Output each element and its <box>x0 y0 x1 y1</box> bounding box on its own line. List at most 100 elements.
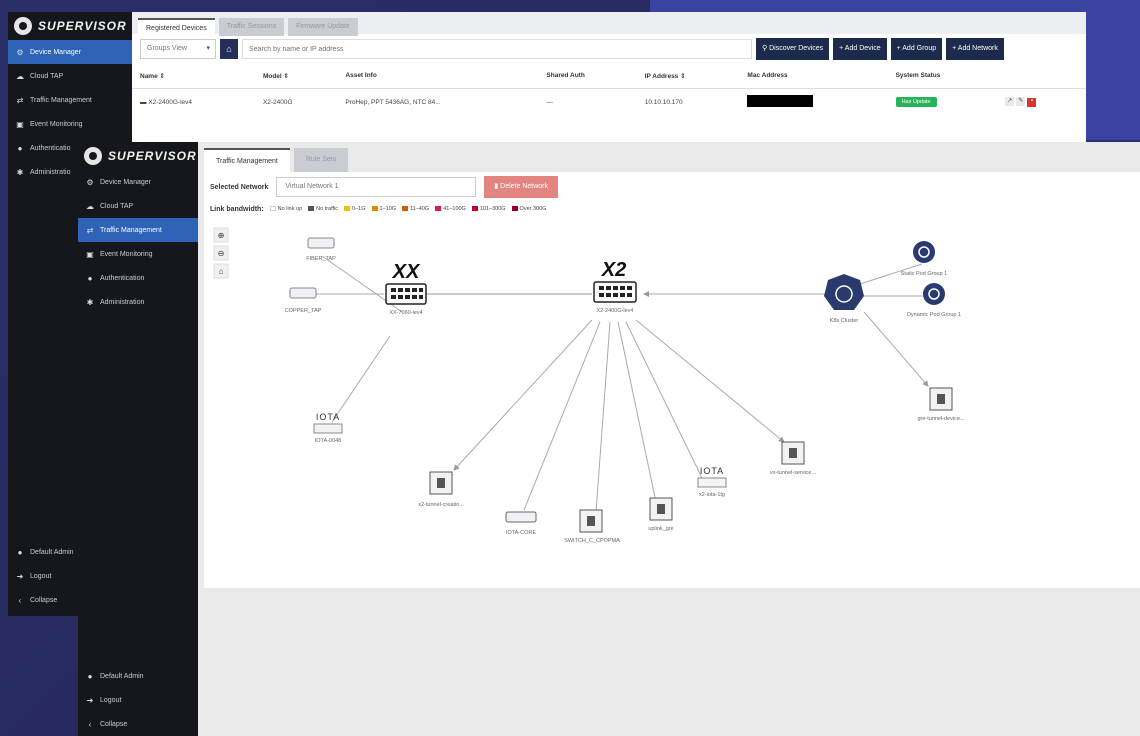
traffic-icon: ⇄ <box>16 95 24 105</box>
admin-icon: ✱ <box>16 167 24 177</box>
link-x2-tunnel[interactable] <box>453 319 593 471</box>
topology-panel: Selected Network Virtual Network 1 ▮ Del… <box>204 172 1140 588</box>
tab-traffic-management[interactable]: Traffic Management <box>204 148 290 172</box>
add-device-button[interactable]: + Add Device <box>833 38 887 60</box>
link-x2-iotacore[interactable] <box>523 321 601 511</box>
add-network-button[interactable]: + Add Network <box>946 38 1004 60</box>
nav-label: Logout <box>30 572 52 580</box>
gear-icon: ⚙ <box>86 177 94 187</box>
nav-label: Traffic Management <box>100 226 162 234</box>
nav-label: Logout <box>100 696 122 704</box>
tab-firmware-update[interactable]: Firmware Update <box>288 18 358 36</box>
node-copper-tap[interactable]: COPPER_TAP <box>285 287 322 314</box>
link-x2-iota2[interactable] <box>625 321 705 483</box>
device-table: Name ⇕ Model ⇕ Asset Info Shared Auth IP… <box>132 64 1086 116</box>
tap-device-icon <box>505 511 537 523</box>
switch-brand-text: XX <box>392 261 421 283</box>
button-label: Discover Devices <box>769 45 824 52</box>
front-nav-authentication[interactable]: ● Authentication <box>78 266 198 290</box>
col-model[interactable]: Model ⇕ <box>254 64 338 89</box>
node-uplink-gre[interactable]: uplink_gre <box>648 497 674 532</box>
tunnel-device-glyph <box>657 504 665 514</box>
groups-view-select[interactable]: Groups View ▾ <box>140 39 216 59</box>
status-badge: Has Update <box>895 97 937 108</box>
link-x2-uplink[interactable] <box>617 321 657 503</box>
front-nav-traffic-management[interactable]: ⇄ Traffic Management <box>78 218 198 242</box>
node-vx-tunnel[interactable]: vx-tunnel-service... <box>770 441 817 476</box>
node-iota-core[interactable]: IOTA-CORE <box>505 511 537 536</box>
link-x2-vx[interactable] <box>635 319 785 443</box>
node-label: K8s Cluster <box>830 318 859 324</box>
node-label: gre-tunnel-device... <box>917 416 965 422</box>
node-label: x2-iota-1tg <box>699 492 725 498</box>
cloud-icon: ☁ <box>16 71 24 81</box>
cell-asset: ProHep, PPT 5436AG, NTC 84... <box>345 98 441 106</box>
link-x2-switchc[interactable] <box>595 321 611 513</box>
tunnel-device-glyph <box>937 394 945 404</box>
delete-icon[interactable]: ▪ <box>1027 98 1037 108</box>
iota-device-icon <box>697 477 727 488</box>
node-label: XX-7060-lev4 <box>389 310 422 316</box>
node-label: IOTA-0048 <box>315 438 342 444</box>
col-name[interactable]: Name ⇕ <box>132 64 255 89</box>
node-iota-0048[interactable]: IOTA IOTA-0048 <box>313 412 343 444</box>
front-nav-device-manager[interactable]: ⚙ Device Manager <box>78 170 198 194</box>
node-switch-x2[interactable]: X2 X2-2400G-lev4 <box>593 259 637 314</box>
link-k8s-gre[interactable] <box>863 311 929 387</box>
front-logout[interactable]: ➜ Logout <box>78 688 198 712</box>
tab-registered-devices[interactable]: Registered Devices <box>138 18 215 36</box>
col-ip-address[interactable]: IP Address ⇕ <box>636 64 740 89</box>
back-nav-cloud-tap[interactable]: ☁ Cloud TAP <box>8 64 132 88</box>
node-label: X2-2400G-lev4 <box>597 308 634 314</box>
link-iota-xx[interactable] <box>331 335 391 423</box>
zoom-out-glyph: ⊖ <box>218 249 225 258</box>
front-nav-administration[interactable]: ✱ Administration <box>78 290 198 314</box>
supervisor-logo-icon <box>84 147 102 165</box>
admin-icon: ✱ <box>86 297 94 307</box>
pod-group-icon <box>913 241 935 263</box>
device-search-input[interactable] <box>242 39 752 59</box>
front-nav-cloud-tap[interactable]: ☁ Cloud TAP <box>78 194 198 218</box>
home-button[interactable]: ⌂ <box>220 39 238 59</box>
node-dynamic-pod-group[interactable]: Dynamic Pod Group 1 <box>907 283 961 318</box>
iota-brand-text: IOTA <box>700 466 724 476</box>
tunnel-device-glyph <box>587 516 595 526</box>
node-label: IOTA-CORE <box>506 530 536 536</box>
front-nav-event-monitoring[interactable]: ▣ Event Monitoring <box>78 242 198 266</box>
node-iota-right[interactable]: IOTA x2-iota-1tg <box>697 466 727 498</box>
node-fiber-tap[interactable]: FIBER_TAP <box>306 237 336 262</box>
nav-label: Collapse <box>30 596 58 604</box>
back-nav-traffic-management[interactable]: ⇄ Traffic Management <box>8 88 132 112</box>
node-label: x2-tunnel-creatio... <box>418 502 464 508</box>
add-group-button[interactable]: + Add Group <box>890 38 943 60</box>
node-switch-c[interactable]: SWITCH_C_CPOPMA <box>564 509 620 544</box>
external-link-icon[interactable]: ↗ <box>1005 97 1015 107</box>
table-row[interactable]: ▬ X2-2400G-lev4 X2-2400G ProHep, PPT 543… <box>132 88 1086 116</box>
edit-icon[interactable]: ✎ <box>1016 97 1026 107</box>
cell-name: ▬ X2-2400G-lev4 <box>132 88 255 116</box>
node-x2-tunnel[interactable]: x2-tunnel-creatio... <box>418 471 464 508</box>
node-static-pod-group[interactable]: Static Pod Group 1 <box>901 241 947 277</box>
brand-name: SUPERVISOR <box>108 149 197 163</box>
node-switch-xx[interactable]: XX XX-7060-lev4 <box>385 261 427 316</box>
col-mac-address: Mac Address <box>739 64 888 89</box>
back-nav-event-monitoring[interactable]: ▣ Event Monitoring <box>8 112 132 136</box>
network-topology: ⊕ ⊖ ⌂ FIBER_TAP COPPER_TAP IOTA IOTA-004… <box>213 227 965 544</box>
discover-devices-button[interactable]: ⚲ Discover Devices <box>756 38 830 60</box>
tunnel-device-glyph <box>437 478 445 488</box>
switch-brand-text: X2 <box>601 259 626 281</box>
chevron-down-icon: ▾ <box>206 45 210 52</box>
user-icon: ● <box>17 547 23 557</box>
front-collapse[interactable]: ‹ Collapse <box>78 712 198 736</box>
select-value: Groups View <box>147 45 187 52</box>
redacted-mac <box>747 95 814 108</box>
col-shared-auth: Shared Auth <box>538 64 637 89</box>
tab-rule-sets[interactable]: Rule Sets <box>293 148 349 172</box>
back-nav-device-manager[interactable]: ⚙ Device Manager <box>8 40 132 64</box>
nav-label: Device Manager <box>30 48 81 56</box>
node-k8s-cluster[interactable]: K8s Cluster <box>824 274 864 324</box>
front-default-admin[interactable]: ● Default Admin <box>78 664 198 688</box>
device-manager-content: Registered Devices Traffic Sessions Firm… <box>132 12 1086 146</box>
tab-traffic-sessions[interactable]: Traffic Sessions <box>218 18 285 36</box>
node-gre-tunnel[interactable]: gre-tunnel-device... <box>917 387 965 422</box>
